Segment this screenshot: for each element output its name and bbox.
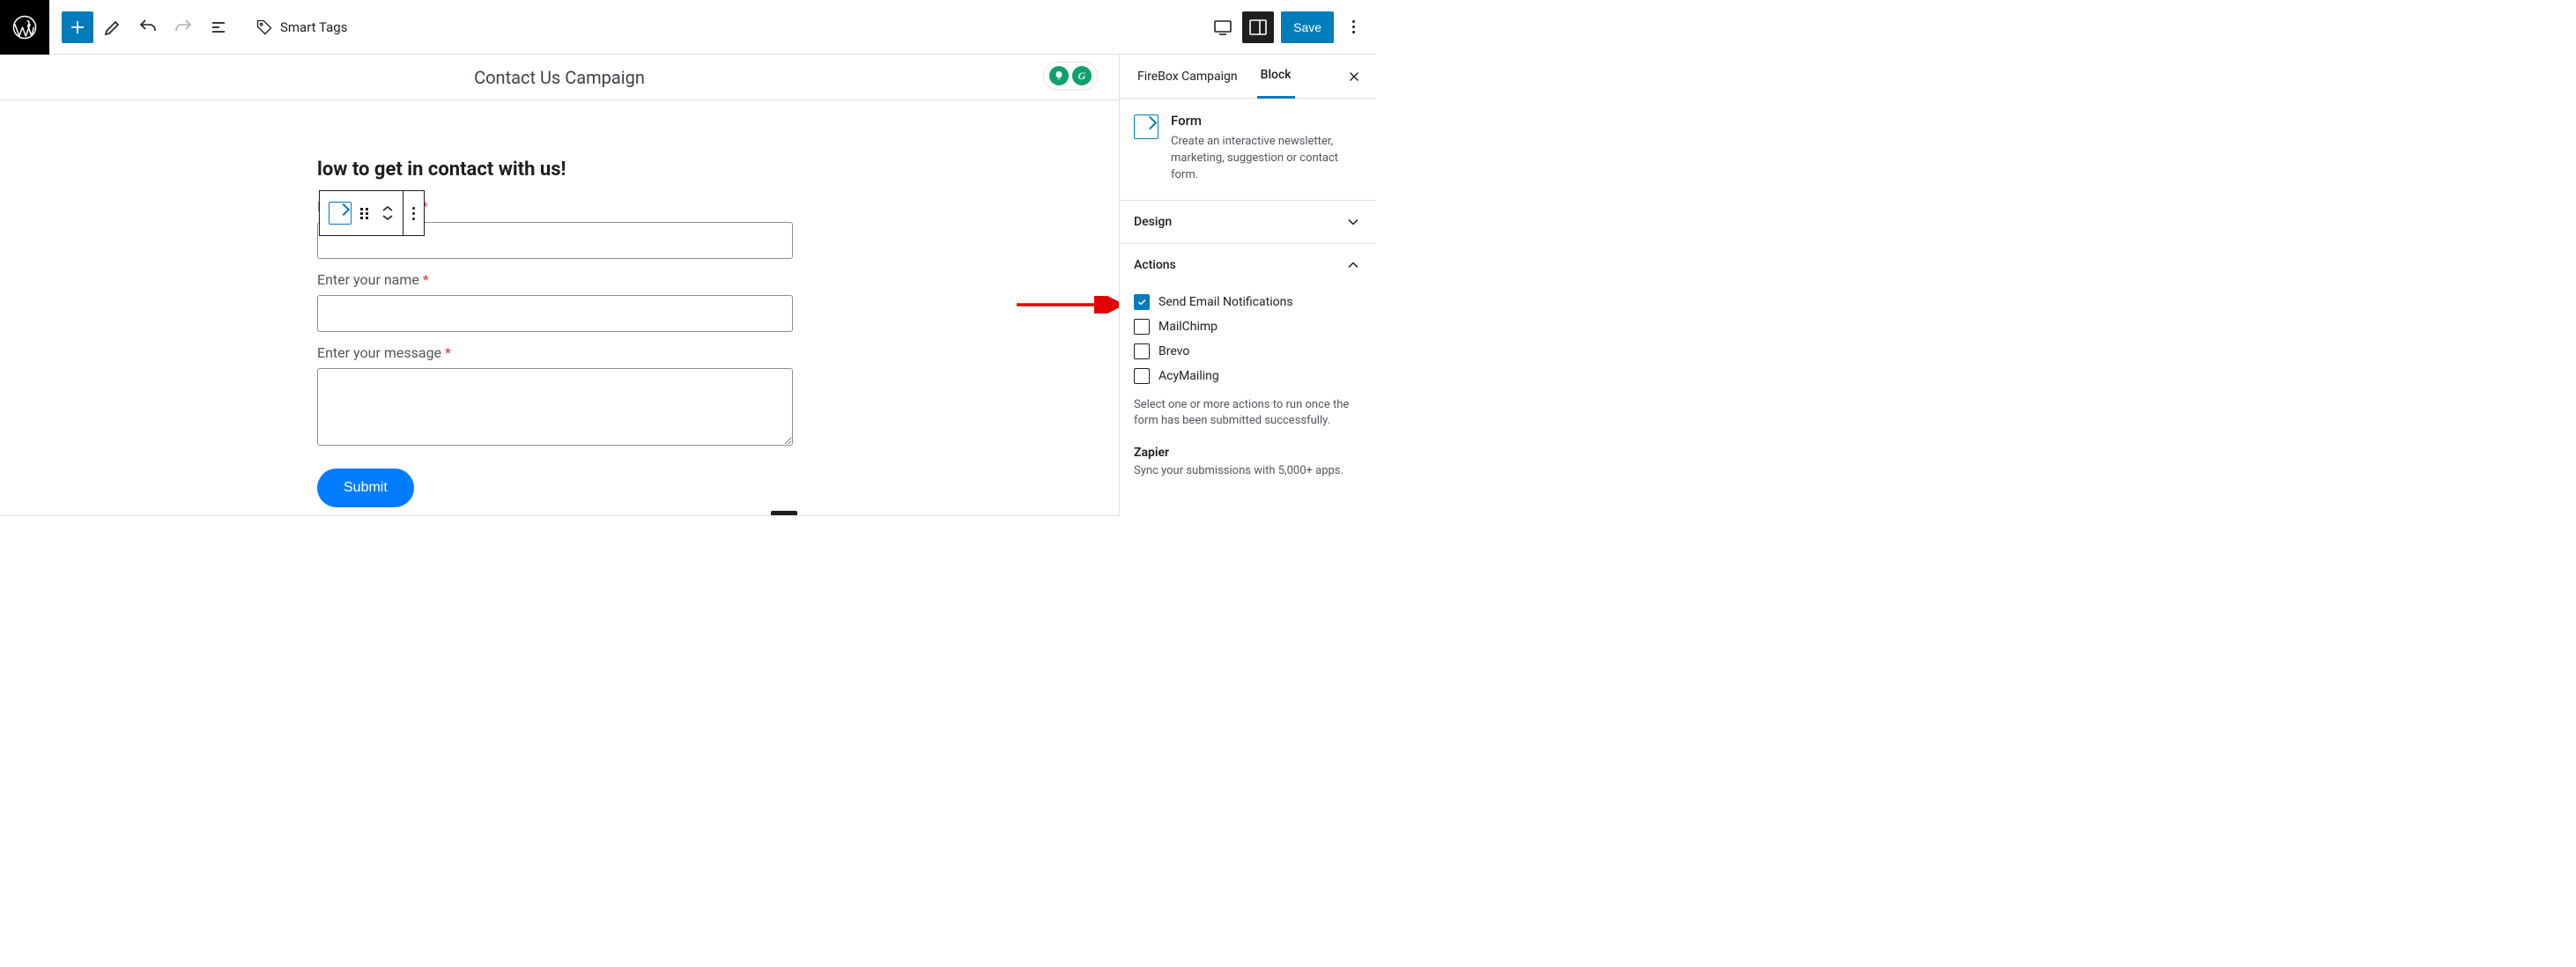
checkbox-icon[interactable] <box>1134 368 1150 384</box>
checkbox-icon[interactable] <box>1134 319 1150 335</box>
block-options-icon[interactable] <box>412 207 415 220</box>
settings-sidebar: FireBox Campaign Block Form Create an in… <box>1119 55 1376 516</box>
form-block-icon[interactable] <box>329 202 352 225</box>
action-acymailing[interactable]: AcyMailing <box>1134 364 1362 388</box>
name-label: Enter your name * <box>317 271 793 288</box>
hint-icon[interactable] <box>1049 66 1069 85</box>
wordpress-logo[interactable] <box>0 0 49 55</box>
chevron-down-icon <box>1344 213 1362 231</box>
submit-button[interactable]: Submit <box>317 469 414 507</box>
move-updown[interactable] <box>381 205 394 221</box>
checkbox-checked-icon[interactable] <box>1134 294 1150 310</box>
editor-canvas[interactable]: low to get in contact with us! Enter you… <box>0 100 1119 516</box>
panel-design: Design <box>1120 201 1376 244</box>
action-brevo[interactable]: Brevo <box>1134 339 1362 364</box>
save-button[interactable]: Save <box>1281 11 1334 43</box>
block-name: Form <box>1171 113 1362 129</box>
actions-help-text: Select one or more actions to run once t… <box>1134 397 1362 431</box>
add-block-button[interactable] <box>62 11 93 43</box>
checkbox-icon[interactable] <box>1134 343 1150 359</box>
append-block-button[interactable] <box>771 511 797 516</box>
undo-button[interactable] <box>132 11 164 43</box>
edit-tool-button[interactable] <box>97 11 129 43</box>
panel-actions-header[interactable]: Actions <box>1120 244 1376 286</box>
zapier-description: Sync your submissions with 5,000+ apps. <box>1134 463 1362 480</box>
close-sidebar-button[interactable] <box>1341 63 1367 90</box>
smart-tags-button[interactable]: Smart Tags <box>255 18 347 36</box>
smart-tags-label: Smart Tags <box>280 19 347 35</box>
toolbar-left: Smart Tags <box>49 11 347 43</box>
grammarly-icon[interactable]: G <box>1072 66 1092 85</box>
block-header: Form Create an interactive newsletter, m… <box>1120 99 1376 201</box>
redo-button[interactable] <box>167 11 199 43</box>
editor-badges: G <box>1043 62 1098 90</box>
campaign-title: Contact Us Campaign <box>474 67 645 88</box>
view-button[interactable] <box>1207 11 1239 43</box>
toolbar-right: Save <box>1207 11 1369 43</box>
tab-campaign[interactable]: FireBox Campaign <box>1134 55 1241 99</box>
panel-actions: Actions Send Email Notifications MailChi… <box>1120 244 1376 493</box>
options-button[interactable] <box>1337 11 1369 43</box>
panel-actions-body: Send Email Notifications MailChimp Brevo… <box>1120 286 1376 493</box>
action-send-email[interactable]: Send Email Notifications <box>1134 290 1362 314</box>
editor-header: Contact Us Campaign G <box>0 55 1119 100</box>
editor: Contact Us Campaign G <box>0 55 1119 516</box>
top-toolbar: Smart Tags Save <box>0 0 1376 55</box>
message-field[interactable] <box>317 368 793 446</box>
block-description: Create an interactive newsletter, market… <box>1171 134 1362 184</box>
app-root: Smart Tags Save Contact Us Campaign <box>0 0 1376 516</box>
block-toolbar <box>319 190 425 236</box>
action-mailchimp[interactable]: MailChimp <box>1134 314 1362 339</box>
zapier-title: Zapier <box>1134 446 1362 460</box>
message-label: Enter your message * <box>317 344 793 361</box>
sidebar-tabs: FireBox Campaign Block <box>1120 55 1376 99</box>
panel-design-header[interactable]: Design <box>1120 201 1376 243</box>
tab-block[interactable]: Block <box>1257 55 1295 99</box>
settings-panel-button[interactable] <box>1242 11 1274 43</box>
form-heading[interactable]: low to get in contact with us! <box>317 159 793 181</box>
chevron-up-icon <box>1344 256 1362 274</box>
workspace: Contact Us Campaign G <box>0 55 1376 516</box>
form-block-icon <box>1134 114 1158 139</box>
drag-handle-icon[interactable] <box>360 208 373 219</box>
document-overview-button[interactable] <box>203 11 234 43</box>
name-field[interactable] <box>317 295 793 332</box>
